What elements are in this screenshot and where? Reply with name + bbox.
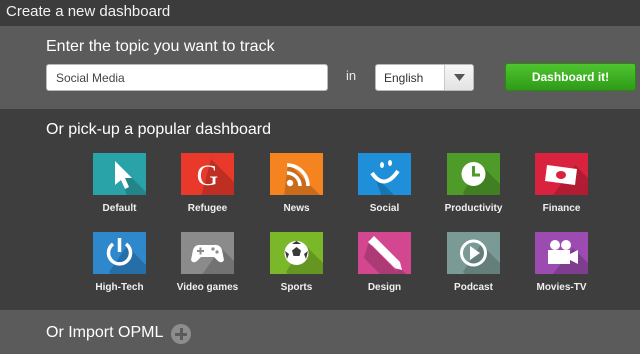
- tile-high-tech[interactable]: High-Tech: [71, 232, 161, 300]
- tile-label: Podcast: [454, 282, 493, 293]
- tile-default[interactable]: Default: [71, 153, 161, 221]
- gamepad-icon: [181, 232, 234, 274]
- popular-panel: Or pick-up a popular dashboard Default G…: [0, 109, 640, 310]
- camera-icon: [535, 232, 588, 274]
- pencil-icon: [358, 232, 411, 274]
- tile-label: Video games: [176, 282, 239, 293]
- tile-sports[interactable]: Sports: [248, 232, 338, 300]
- tile-label: Design: [367, 282, 402, 293]
- import-opml-label: Or Import OPML: [46, 324, 164, 341]
- title-bar: Create a new dashboard: [0, 0, 640, 26]
- tile-label: Finance: [542, 203, 581, 214]
- language-dropdown-button[interactable]: [444, 65, 473, 90]
- svg-text:G: G: [197, 159, 219, 192]
- google-g-icon: G: [181, 153, 234, 195]
- soccer-ball-icon: [270, 232, 323, 274]
- tile-label: Refugee: [187, 203, 228, 214]
- topic-prompt: Enter the topic you want to track: [46, 38, 275, 55]
- play-icon: [447, 232, 500, 274]
- cursor-icon: [93, 153, 146, 195]
- in-label: in: [346, 68, 357, 83]
- topic-input[interactable]: [46, 64, 328, 91]
- tile-news[interactable]: News: [248, 153, 338, 221]
- tile-design[interactable]: Design: [336, 232, 426, 300]
- tile-refugee[interactable]: G Refugee: [159, 153, 249, 221]
- tile-movies-tv[interactable]: Movies-TV: [513, 232, 603, 300]
- tile-label: Social: [369, 203, 400, 214]
- power-icon: [93, 232, 146, 274]
- tile-label: News: [283, 203, 310, 214]
- tile-video-games[interactable]: Video games: [159, 232, 249, 300]
- popular-heading: Or pick-up a popular dashboard: [46, 121, 272, 138]
- tile-label: Default: [102, 203, 137, 214]
- money-icon: [535, 153, 588, 195]
- rss-icon: [270, 153, 323, 195]
- language-select[interactable]: English: [375, 64, 474, 91]
- smiley-icon: [358, 153, 411, 195]
- tile-finance[interactable]: Finance: [513, 153, 603, 221]
- plus-icon[interactable]: [171, 324, 191, 344]
- tile-productivity[interactable]: Productivity: [425, 153, 515, 221]
- tile-label: Productivity: [444, 203, 503, 214]
- opml-panel: Or Import OPML: [0, 310, 640, 354]
- tile-label: Sports: [280, 282, 313, 293]
- chevron-down-icon: [454, 74, 465, 81]
- tile-podcast[interactable]: Podcast: [425, 232, 515, 300]
- page-title: Create a new dashboard: [6, 3, 171, 20]
- dashboard-it-button[interactable]: Dashboard it!: [505, 63, 636, 91]
- tile-social[interactable]: Social: [336, 153, 426, 221]
- tile-label: Movies-TV: [536, 282, 587, 293]
- topic-panel: Enter the topic you want to track in Eng…: [0, 26, 640, 109]
- tile-label: High-Tech: [95, 282, 144, 293]
- language-value: English: [384, 71, 424, 85]
- clock-icon: [447, 153, 500, 195]
